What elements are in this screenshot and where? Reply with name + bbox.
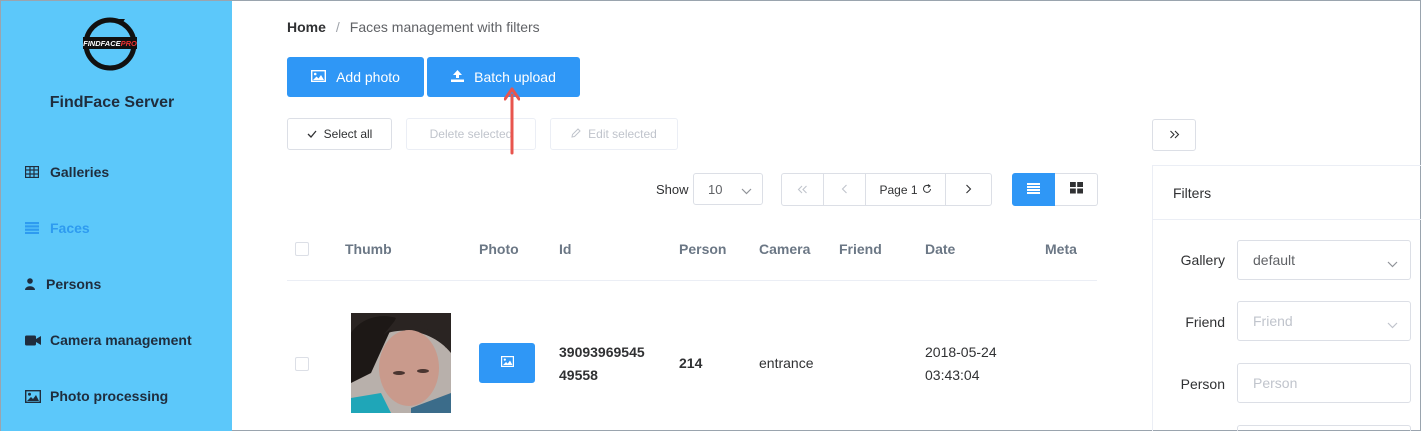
- row-id-line2: 49558: [559, 367, 598, 383]
- sidebar-item-label: Photo processing: [50, 388, 169, 404]
- current-page-button[interactable]: Page 1: [866, 174, 946, 205]
- person-filter-input[interactable]: Person: [1237, 363, 1411, 403]
- brand-name: FindFace Server: [49, 94, 175, 111]
- page-size-value: 10: [708, 181, 723, 197]
- sidebar-item-label: Galleries: [50, 164, 110, 180]
- view-toggle: [1012, 173, 1098, 206]
- select-all-checkbox[interactable]: [295, 242, 309, 256]
- row-person[interactable]: 214: [679, 352, 702, 375]
- refresh-icon: [922, 183, 932, 197]
- sidebar-item-label: Faces: [50, 220, 90, 236]
- edit-icon: [571, 127, 581, 141]
- chevron-right-icon: [965, 183, 972, 197]
- friend-filter-label: Friend: [1185, 314, 1225, 330]
- grid-icon: [25, 166, 43, 178]
- sidebar-item-galleries[interactable]: Galleries: [1, 144, 231, 200]
- column-header-id[interactable]: Id: [559, 241, 571, 257]
- svg-text:FINDFACEPRO: FINDFACEPRO: [83, 39, 137, 48]
- person-icon: [25, 278, 39, 290]
- breadcrumb-current: Faces management with filters: [349, 19, 540, 35]
- page-size-select[interactable]: 10: [693, 173, 763, 205]
- chevron-down-icon: [1387, 316, 1398, 332]
- next-filter-input[interactable]: [1237, 425, 1411, 431]
- column-header-camera[interactable]: Camera: [759, 241, 810, 257]
- list-icon: [25, 222, 43, 234]
- row-id-line1: 39093969545: [559, 344, 645, 360]
- column-header-meta[interactable]: Meta: [1045, 241, 1077, 257]
- grid-icon: [1069, 181, 1083, 199]
- sidebar-item-label: Persons: [46, 276, 102, 292]
- row-date-line1: 2018-05-24: [925, 344, 997, 360]
- person-filter-label: Person: [1180, 376, 1225, 392]
- gallery-filter-value: default: [1253, 252, 1296, 268]
- batch-upload-label: Batch upload: [474, 69, 556, 85]
- delete-selected-label: Delete selected: [429, 127, 513, 141]
- select-all-button[interactable]: Select all: [287, 118, 392, 150]
- gallery-filter-select[interactable]: default: [1237, 240, 1411, 280]
- prev-page-button[interactable]: [824, 174, 866, 205]
- gallery-filter-label: Gallery: [1180, 252, 1225, 268]
- sidebar-item-label: Camera management: [50, 332, 192, 348]
- row-camera: entrance: [759, 355, 814, 371]
- face-thumbnail[interactable]: [351, 313, 451, 413]
- double-chevron-right-icon: [1169, 126, 1180, 144]
- page-label: Page 1: [879, 182, 918, 197]
- sidebar-item-photo-processing[interactable]: Photo processing: [1, 368, 231, 424]
- camera-icon: [25, 335, 43, 346]
- breadcrumb-separator: /: [335, 19, 340, 35]
- filters-title: Filters: [1173, 185, 1212, 201]
- findface-logo[interactable]: FINDFACEPRO: [81, 15, 139, 71]
- table-header-divider: [287, 280, 1097, 281]
- next-page-button[interactable]: [946, 174, 991, 205]
- show-label: Show: [656, 182, 689, 197]
- image-icon: [311, 69, 327, 85]
- view-photo-button[interactable]: [479, 343, 535, 383]
- column-header-date[interactable]: Date: [925, 241, 955, 257]
- pagination: Page 1: [781, 173, 992, 206]
- add-photo-label: Add photo: [336, 69, 400, 85]
- breadcrumb-home[interactable]: Home: [287, 19, 326, 35]
- column-header-thumb[interactable]: Thumb: [345, 241, 392, 257]
- annotation-arrow-icon: [504, 87, 520, 155]
- edit-selected-button[interactable]: Edit selected: [550, 118, 678, 150]
- row-checkbox[interactable]: [295, 357, 309, 371]
- sidebar-item-persons[interactable]: Persons: [1, 256, 231, 312]
- column-header-photo[interactable]: Photo: [479, 241, 519, 257]
- image-icon: [25, 389, 43, 403]
- person-filter-placeholder: Person: [1253, 375, 1298, 391]
- breadcrumb: Home / Faces management with filters: [287, 19, 540, 35]
- list-icon: [1027, 181, 1040, 199]
- select-all-label: Select all: [323, 127, 373, 141]
- list-view-button[interactable]: [1012, 173, 1055, 206]
- column-header-person[interactable]: Person: [679, 241, 726, 257]
- double-chevron-left-icon: [797, 183, 808, 197]
- check-icon: [307, 127, 317, 141]
- sidebar: FINDFACEPRO FindFace Server Galleries Fa…: [1, 1, 232, 431]
- image-icon: [500, 354, 514, 372]
- sidebar-item-faces[interactable]: Faces: [1, 200, 231, 256]
- filters-divider: [1153, 219, 1421, 220]
- column-header-friend[interactable]: Friend: [839, 241, 882, 257]
- first-page-button[interactable]: [782, 174, 824, 205]
- upload-icon: [451, 69, 465, 85]
- friend-filter-placeholder: Friend: [1253, 313, 1293, 329]
- friend-filter-select[interactable]: Friend: [1237, 301, 1411, 341]
- row-date-line2: 03:43:04: [925, 367, 980, 383]
- chevron-left-icon: [841, 183, 848, 197]
- sidebar-item-camera-management[interactable]: Camera management: [1, 312, 231, 368]
- row-id: 39093969545 49558: [559, 341, 645, 387]
- edit-selected-label: Edit selected: [588, 127, 657, 141]
- chevron-down-icon: [741, 183, 752, 198]
- collapse-filters-button[interactable]: [1152, 119, 1196, 151]
- chevron-down-icon: [1387, 255, 1398, 271]
- row-date: 2018-05-24 03:43:04: [925, 341, 997, 387]
- add-photo-button[interactable]: Add photo: [287, 57, 424, 97]
- grid-view-button[interactable]: [1055, 173, 1098, 206]
